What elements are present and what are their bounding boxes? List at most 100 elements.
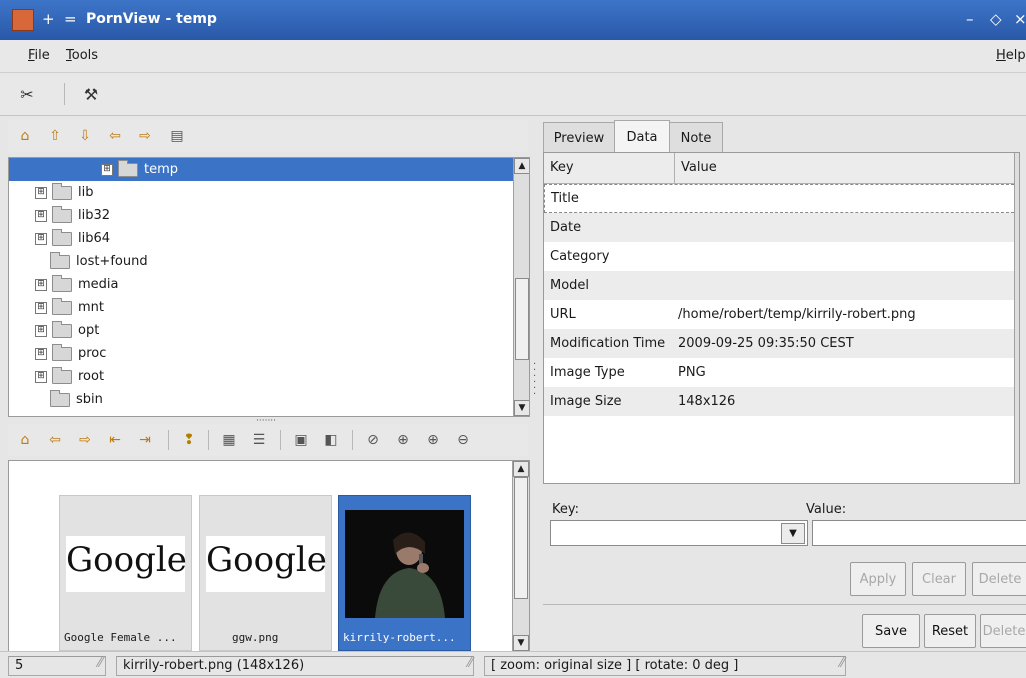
- thumbnail-item[interactable]: Google Google Female ...: [59, 495, 192, 651]
- table-row[interactable]: Image Size 148x126: [544, 387, 1019, 416]
- table-row[interactable]: URL/home/robert/temp/kirrily-robert.png: [544, 300, 1019, 329]
- tree-item[interactable]: ⊞ lib32: [9, 204, 513, 227]
- arrow-right-icon[interactable]: ⇨: [134, 125, 156, 147]
- tab-data[interactable]: Data: [614, 120, 670, 153]
- scroll-thumb[interactable]: [515, 278, 529, 360]
- slideshow-icon[interactable]: ◧: [320, 429, 342, 451]
- list-view-icon[interactable]: ☰: [248, 429, 270, 451]
- toolbar-separator: [352, 430, 353, 450]
- expander-icon[interactable]: ⊞: [35, 278, 47, 291]
- arrow-right-icon[interactable]: ⇨: [74, 429, 96, 451]
- tree-item[interactable]: ⊞ temp: [9, 158, 513, 181]
- value-field[interactable]: [812, 520, 1026, 546]
- metadata-table[interactable]: Key Value Title Date Category Model URL/home…: [543, 152, 1020, 484]
- clipboard-icon[interactable]: ▤: [166, 125, 188, 147]
- menu-tools[interactable]: Tools: [66, 48, 98, 63]
- info-icon[interactable]: ❢: [178, 429, 200, 451]
- row-key: Image Size: [550, 394, 622, 409]
- toolbar-separator: [208, 430, 209, 450]
- expander-icon[interactable]: ⊞: [35, 324, 47, 337]
- table-row[interactable]: Image Type PNG: [544, 358, 1019, 387]
- zoom-fit-icon[interactable]: ⊘: [362, 429, 384, 451]
- table-row[interactable]: Title: [544, 184, 1019, 213]
- scroll-up-icon[interactable]: ▲: [513, 461, 529, 477]
- reset-button[interactable]: Reset: [924, 614, 976, 648]
- tree-item[interactable]: ⊞ lib: [9, 181, 513, 204]
- tree-item[interactable]: ⊞ lib64: [9, 227, 513, 250]
- close-icon[interactable]: ×: [1014, 10, 1026, 28]
- clear-button[interactable]: Clear: [912, 562, 966, 596]
- app-icon[interactable]: [12, 9, 34, 31]
- directory-tree[interactable]: ⊞ temp ⊞ lib ⊞ lib32 ⊞ lib64 lost+found ⊞ media ⊞ mn…: [8, 157, 530, 417]
- expander-icon[interactable]: ⊞: [35, 209, 47, 222]
- expander-icon[interactable]: ⊞: [101, 163, 113, 176]
- key-combo[interactable]: ▼: [550, 520, 808, 546]
- home-icon[interactable]: ⌂: [14, 125, 36, 147]
- shade-icon[interactable]: =: [64, 10, 77, 28]
- arrow-down-icon[interactable]: ⇩: [74, 125, 96, 147]
- pin-icon[interactable]: +: [42, 10, 55, 28]
- last-icon[interactable]: ⇥: [134, 429, 156, 451]
- arrow-left-icon[interactable]: ⇦: [104, 125, 126, 147]
- tree-item[interactable]: sbin: [9, 388, 513, 411]
- tree-item[interactable]: ⊞ opt: [9, 319, 513, 342]
- menu-help[interactable]: Help: [996, 48, 1026, 63]
- tab-note[interactable]: Note: [669, 122, 723, 153]
- tree-item[interactable]: ⊞ media: [9, 273, 513, 296]
- table-row[interactable]: Modification Time 2009-09-25 09:35:50 CES…: [544, 329, 1019, 358]
- table-row[interactable]: Category: [544, 242, 1019, 271]
- zoom-out-icon[interactable]: ⊖: [452, 429, 474, 451]
- expander-icon[interactable]: ⊞: [35, 370, 47, 383]
- zoom-original-icon[interactable]: ⊕: [392, 429, 414, 451]
- save-button[interactable]: Save: [862, 614, 920, 648]
- expander-icon[interactable]: ⊞: [35, 347, 47, 360]
- delete-button[interactable]: Delete: [972, 562, 1026, 596]
- first-icon[interactable]: ⇤: [104, 429, 126, 451]
- menu-file[interactable]: File: [28, 48, 50, 63]
- table-row[interactable]: Model: [544, 271, 1019, 300]
- tree-scrollbar[interactable]: ▲ ▼: [513, 158, 529, 416]
- scroll-down-icon[interactable]: ▼: [513, 635, 529, 651]
- arrow-left-icon[interactable]: ⇦: [44, 429, 66, 451]
- tree-item[interactable]: ⊞ root: [9, 365, 513, 388]
- folder-icon: [50, 389, 70, 407]
- expander-icon[interactable]: ⊞: [35, 186, 47, 199]
- thumbnail-item[interactable]: Google ggw.png: [199, 495, 332, 651]
- home-icon[interactable]: ⌂: [14, 429, 36, 451]
- tree-item[interactable]: ⊞ mnt: [9, 296, 513, 319]
- wrench-icon[interactable]: ⚒: [78, 81, 104, 107]
- folder-icon: [52, 320, 72, 338]
- tree-item-label: lib64: [78, 231, 111, 246]
- thumbnail-item-selected[interactable]: kirrily-robert...: [338, 495, 471, 651]
- scroll-down-icon[interactable]: ▼: [514, 400, 529, 416]
- tree-item[interactable]: ⊞ proc: [9, 342, 513, 365]
- table-scrollbar[interactable]: [1014, 153, 1019, 483]
- delete-metadata-button[interactable]: Delete: [980, 614, 1026, 648]
- scroll-up-icon[interactable]: ▲: [514, 158, 529, 174]
- tree-item[interactable]: lost+found: [9, 250, 513, 273]
- maximize-icon[interactable]: ◇: [990, 10, 1002, 28]
- grid-view-icon[interactable]: ▦: [218, 429, 240, 451]
- tab-preview[interactable]: Preview: [543, 122, 615, 153]
- thumbs-toolbar: ⌂ ⇦ ⇨ ⇤ ⇥ ❢ ▦ ☰ ▣ ◧ ⊘ ⊕ ⊕ ⊖: [8, 424, 528, 456]
- expander-icon[interactable]: ⊞: [35, 232, 47, 245]
- scroll-thumb[interactable]: [514, 477, 528, 599]
- apply-button[interactable]: Apply: [850, 562, 906, 596]
- thumbnail-view[interactable]: Google Google Female ... Google ggw.png …: [8, 460, 530, 653]
- arrow-up-icon[interactable]: ⇧: [44, 125, 66, 147]
- fit-icon[interactable]: ▣: [290, 429, 312, 451]
- thumbs-scrollbar[interactable]: ▲ ▼: [512, 461, 529, 651]
- column-header-key[interactable]: Key: [544, 153, 675, 183]
- minimize-icon[interactable]: –: [966, 10, 974, 28]
- tools-icon[interactable]: ✂: [14, 81, 40, 107]
- tree-item-label: root: [78, 369, 105, 384]
- column-header-value[interactable]: Value: [675, 153, 1019, 183]
- vertical-splitter-handle[interactable]: · · · · · ·: [533, 360, 536, 400]
- expander-icon[interactable]: [35, 395, 45, 405]
- status-count: 5: [8, 656, 106, 676]
- expander-icon[interactable]: ⊞: [35, 301, 47, 314]
- table-row[interactable]: Date: [544, 213, 1019, 242]
- expander-icon[interactable]: [35, 257, 45, 267]
- zoom-in-icon[interactable]: ⊕: [422, 429, 444, 451]
- chevron-down-icon[interactable]: ▼: [781, 523, 805, 544]
